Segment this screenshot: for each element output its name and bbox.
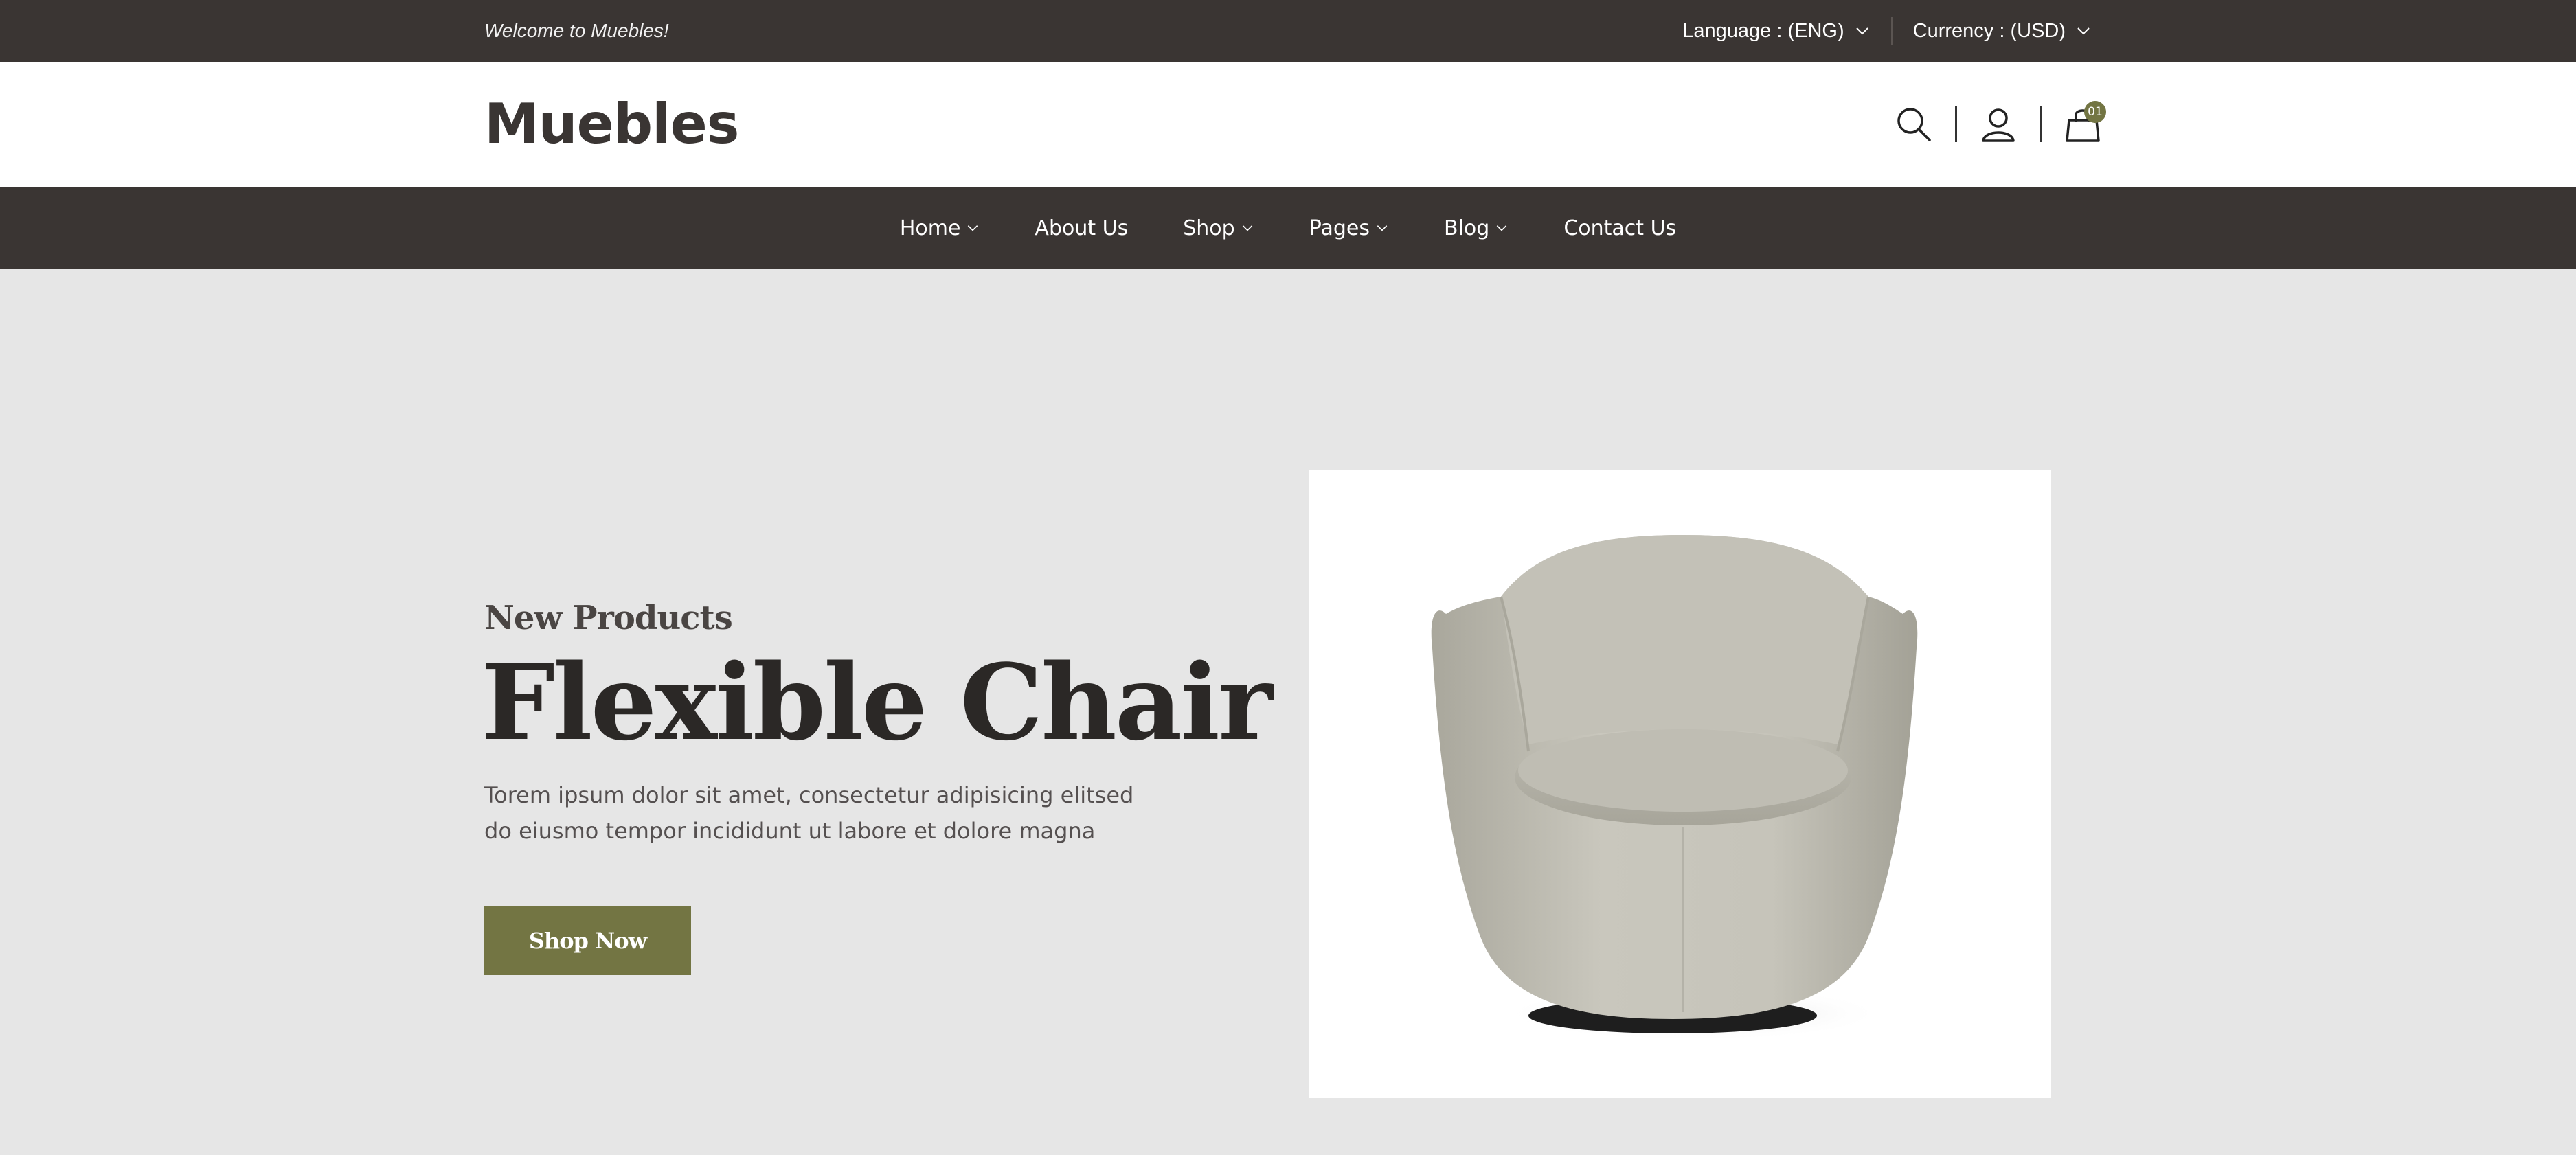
chevron-down-icon [1241, 221, 1254, 235]
hero-section: New Products Flexible Chair Torem ipsum … [0, 269, 2576, 1155]
site-header: Muebles 01 [0, 62, 2576, 187]
hero-title: Flexible Chair [481, 641, 1273, 764]
top-bar-settings: Language : (ENG) Currency : (USD) [1682, 0, 2092, 62]
armchair-photo [1309, 470, 2051, 1098]
nav-item-label: Shop [1183, 216, 1235, 240]
currency-label: Currency : (USD) [1912, 19, 2066, 42]
nav-item-label: Home [899, 216, 961, 240]
nav-item-blog[interactable]: Blog [1444, 216, 1509, 240]
nav-item-label: Contact Us [1563, 216, 1677, 240]
chevron-down-icon [2075, 23, 2092, 39]
divider [1955, 106, 1957, 142]
currency-switcher[interactable]: Currency : (USD) [1913, 20, 2092, 43]
top-bar: Welcome to Muebles! Language : (ENG) Cur… [0, 0, 2576, 62]
main-nav: Home About Us Shop Pages Blog Contact Us [0, 187, 2576, 269]
chevron-down-icon [966, 221, 980, 235]
nav-item-label: Pages [1309, 216, 1370, 240]
nav-item-shop[interactable]: Shop [1183, 216, 1254, 240]
language-label: Language : (ENG) [1682, 19, 1844, 42]
nav-item-label: About Us [1035, 216, 1129, 240]
chevron-down-icon [1495, 221, 1509, 235]
nav-item-contact-us[interactable]: Contact Us [1563, 216, 1676, 240]
hero-description: Torem ipsum dolor sit amet, consectetur … [484, 782, 1134, 844]
language-switcher[interactable]: Language : (ENG) [1682, 20, 1870, 43]
cart-icon[interactable]: 01 [2064, 101, 2106, 144]
chevron-down-icon [1854, 23, 1871, 39]
site-logo[interactable]: Muebles [484, 92, 739, 157]
nav-item-home[interactable]: Home [900, 216, 980, 240]
welcome-text: Welcome to Muebles! [484, 20, 669, 41]
search-icon[interactable] [1895, 105, 1933, 144]
header-actions: 01 [1895, 62, 2106, 187]
nav-item-about-us[interactable]: About Us [1035, 216, 1128, 240]
user-icon[interactable] [1979, 105, 2018, 144]
hero-subtitle: New Products [484, 599, 733, 637]
chevron-down-icon [1375, 221, 1389, 235]
cart-count-badge: 01 [2084, 101, 2106, 123]
nav-item-pages[interactable]: Pages [1309, 216, 1389, 240]
nav-item-label: Blog [1443, 216, 1490, 240]
product-image[interactable] [1309, 470, 2051, 1098]
shop-now-button[interactable]: Shop Now [484, 906, 691, 975]
divider [2040, 106, 2042, 142]
divider [1890, 17, 1893, 45]
